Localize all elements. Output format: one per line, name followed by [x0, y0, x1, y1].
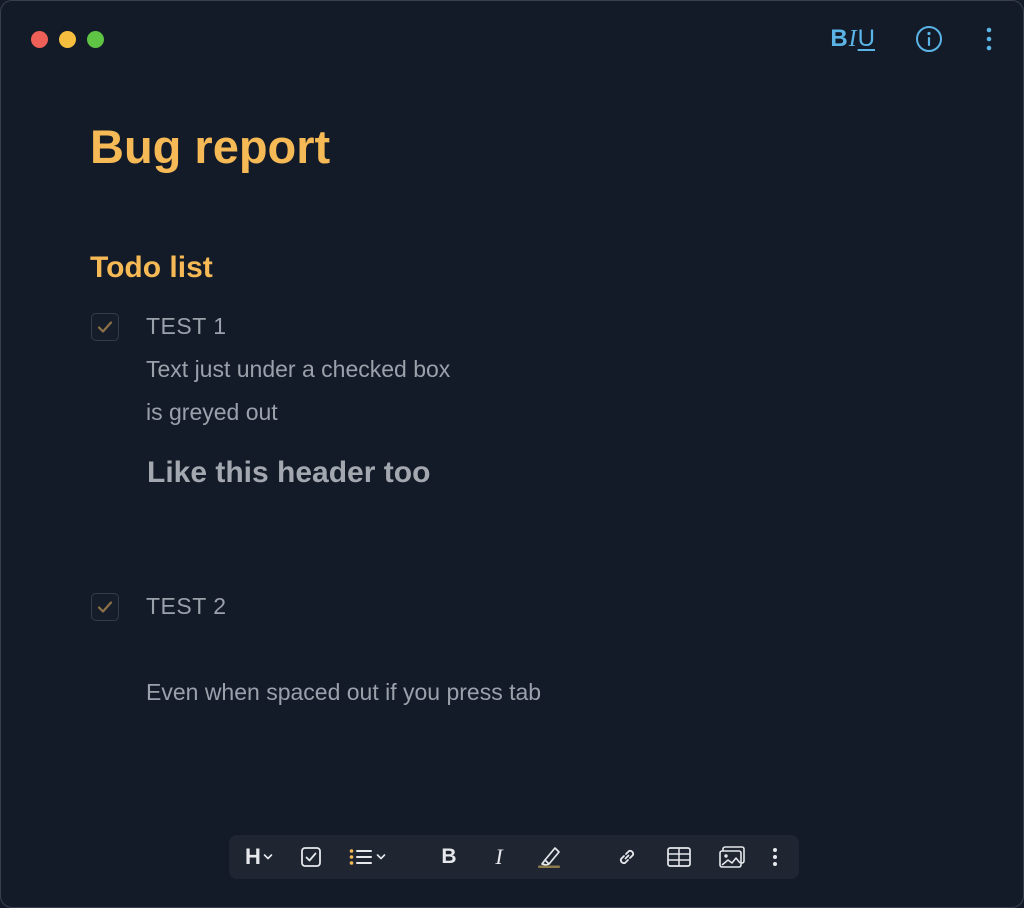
- more-options-button[interactable]: [981, 23, 997, 55]
- greyed-header[interactable]: Like this header too: [147, 456, 430, 490]
- table-button[interactable]: [665, 835, 693, 879]
- info-icon: [916, 26, 942, 52]
- text-format-button[interactable]: BIU: [830, 25, 875, 53]
- checklist-button[interactable]: [297, 835, 325, 879]
- format-underline-glyph: U: [857, 25, 875, 52]
- close-window-button[interactable]: [31, 31, 48, 48]
- list-dropdown[interactable]: [345, 835, 389, 879]
- chevron-down-icon: [263, 854, 273, 860]
- table-icon: [667, 847, 691, 867]
- task-item: TEST 2: [91, 593, 226, 621]
- toolbar-more-button[interactable]: [765, 835, 785, 879]
- image-button[interactable]: [717, 835, 747, 879]
- checkmark-icon: [97, 601, 113, 613]
- zoom-window-button[interactable]: [87, 31, 104, 48]
- highlight-button[interactable]: [533, 835, 567, 879]
- more-vertical-icon: [986, 27, 992, 51]
- more-vertical-icon: [773, 848, 777, 866]
- minimize-window-button[interactable]: [59, 31, 76, 48]
- checkmark-icon: [97, 321, 113, 333]
- italic-button[interactable]: I: [485, 835, 513, 879]
- formatting-toolbar: H B I: [229, 835, 799, 879]
- link-button[interactable]: [613, 835, 641, 879]
- task-label[interactable]: TEST 1: [146, 313, 227, 340]
- highlighter-icon: [538, 847, 560, 868]
- format-italic-glyph: I: [848, 26, 857, 52]
- image-icon: [719, 846, 745, 868]
- heading-label: H: [245, 844, 261, 869]
- heading-dropdown[interactable]: H: [241, 835, 277, 879]
- info-button[interactable]: [913, 23, 945, 55]
- note-window: BIU Bug report Todo list TEST 1 Text jus…: [0, 0, 1024, 908]
- link-icon: [619, 849, 635, 865]
- task-checkbox[interactable]: [91, 313, 119, 341]
- section-heading[interactable]: Todo list: [90, 251, 213, 285]
- format-bold-glyph: B: [830, 25, 848, 52]
- task-checkbox[interactable]: [91, 593, 119, 621]
- task-label[interactable]: TEST 2: [146, 593, 227, 620]
- italic-label: I: [495, 844, 503, 869]
- bold-button[interactable]: B: [435, 835, 463, 879]
- greyed-text-line[interactable]: Text just under a checked box: [146, 356, 450, 383]
- window-controls: [31, 31, 104, 48]
- task-item: TEST 1: [91, 313, 226, 341]
- tab-indented-text[interactable]: Even when spaced out if you press tab: [146, 679, 541, 706]
- bullet-list-icon: [349, 849, 372, 865]
- chevron-down-icon: [376, 854, 385, 860]
- checkbox-icon: [301, 847, 321, 867]
- top-bar-actions: BIU: [830, 23, 997, 55]
- greyed-text-line[interactable]: is greyed out: [146, 399, 278, 426]
- note-title[interactable]: Bug report: [90, 119, 330, 174]
- bold-label: B: [441, 845, 457, 868]
